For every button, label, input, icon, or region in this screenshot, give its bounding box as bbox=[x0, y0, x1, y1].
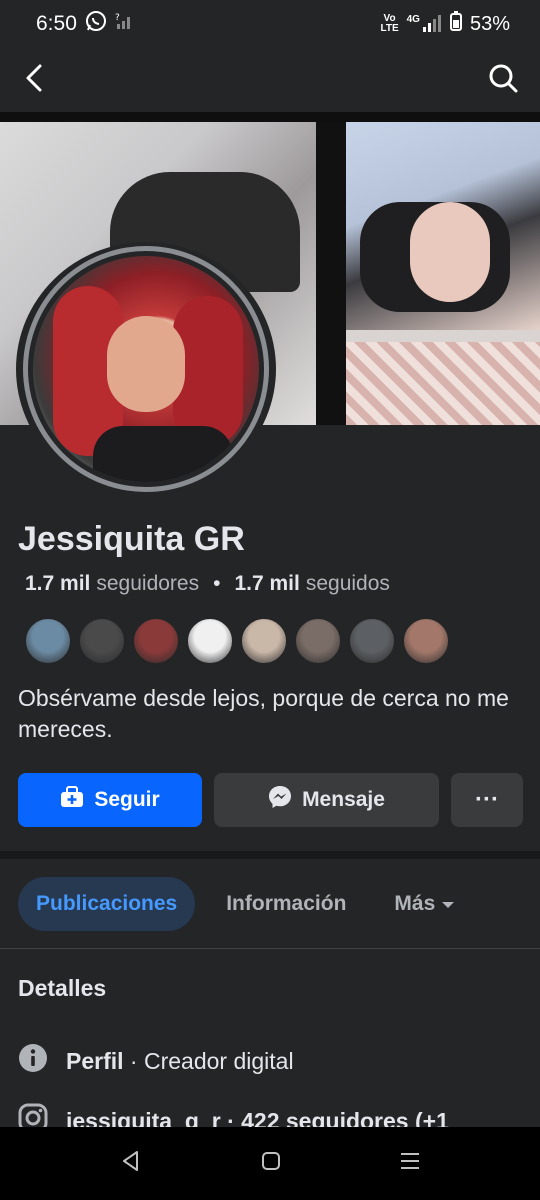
status-left: 6:50 ? bbox=[36, 10, 135, 38]
detail-profile-label: Perfil bbox=[66, 1047, 124, 1074]
search-icon[interactable] bbox=[488, 63, 518, 98]
svg-text:?: ? bbox=[115, 13, 120, 23]
following-count[interactable]: 1.7 mil bbox=[234, 572, 299, 596]
friend-avatar[interactable] bbox=[348, 617, 396, 665]
friend-avatar[interactable] bbox=[294, 617, 342, 665]
status-time: 6:50 bbox=[36, 12, 77, 35]
profile-bio: Obsérvame desde lejos, porque de cerca n… bbox=[18, 685, 509, 742]
tab-mas[interactable]: Más bbox=[394, 877, 455, 931]
section-divider bbox=[0, 851, 540, 859]
back-arrow-icon[interactable] bbox=[22, 63, 46, 98]
follow-stats: 1.7 mil seguidores • 1.7 mil seguidos bbox=[25, 572, 390, 596]
details-heading: Detalles bbox=[18, 975, 107, 1001]
friend-avatar[interactable] bbox=[240, 617, 288, 665]
whatsapp-icon bbox=[85, 10, 107, 38]
follow-button[interactable]: Seguir bbox=[18, 773, 202, 827]
separator-dot: • bbox=[213, 572, 221, 595]
caret-down-icon bbox=[441, 892, 455, 916]
following-label[interactable]: seguidos bbox=[306, 572, 390, 596]
battery-percent: 53% bbox=[469, 12, 510, 35]
info-icon bbox=[18, 1043, 48, 1079]
more-dots-icon: ··· bbox=[475, 786, 499, 813]
detail-profile-text: · Creador digital bbox=[123, 1047, 294, 1074]
back-nav-icon[interactable] bbox=[119, 1149, 143, 1178]
mutual-avatars[interactable] bbox=[24, 617, 450, 665]
friend-avatar[interactable] bbox=[78, 617, 126, 665]
no-signal-icon: ? bbox=[115, 12, 135, 36]
message-button[interactable]: Mensaje bbox=[214, 773, 439, 827]
followers-label[interactable]: seguidores bbox=[96, 572, 199, 596]
friend-avatar[interactable] bbox=[186, 617, 234, 665]
profile-name: Jessiquita GR bbox=[18, 520, 245, 558]
follow-label: Seguir bbox=[94, 788, 160, 811]
signal-icon: 4G bbox=[407, 15, 442, 33]
detail-row-profile: Perfil · Creador digital bbox=[18, 1043, 294, 1079]
follow-icon bbox=[60, 786, 84, 814]
more-options-button[interactable]: ··· bbox=[451, 773, 523, 827]
profile-avatar[interactable] bbox=[16, 242, 276, 496]
top-nav bbox=[0, 48, 540, 112]
status-bar: 6:50 ? Vo LTE 4G 53% bbox=[0, 0, 540, 48]
followers-count[interactable]: 1.7 mil bbox=[25, 572, 90, 596]
recents-nav-icon[interactable] bbox=[399, 1150, 421, 1177]
profile-tabs: Publicaciones Información Más bbox=[18, 877, 455, 931]
battery-icon bbox=[449, 11, 462, 37]
friend-avatar[interactable] bbox=[132, 617, 180, 665]
friend-avatar[interactable] bbox=[24, 617, 72, 665]
volte-indicator: Vo LTE bbox=[380, 13, 399, 34]
status-right: Vo LTE 4G 53% bbox=[380, 11, 510, 37]
tabs-divider bbox=[0, 948, 540, 949]
friend-avatar[interactable] bbox=[402, 617, 450, 665]
message-label: Mensaje bbox=[302, 788, 385, 811]
system-nav-bar bbox=[0, 1127, 540, 1200]
avatar-image bbox=[33, 256, 259, 482]
messenger-icon bbox=[268, 785, 292, 815]
home-nav-icon[interactable] bbox=[260, 1150, 282, 1177]
tab-publicaciones[interactable]: Publicaciones bbox=[18, 877, 196, 931]
tab-informacion[interactable]: Información bbox=[226, 877, 346, 931]
